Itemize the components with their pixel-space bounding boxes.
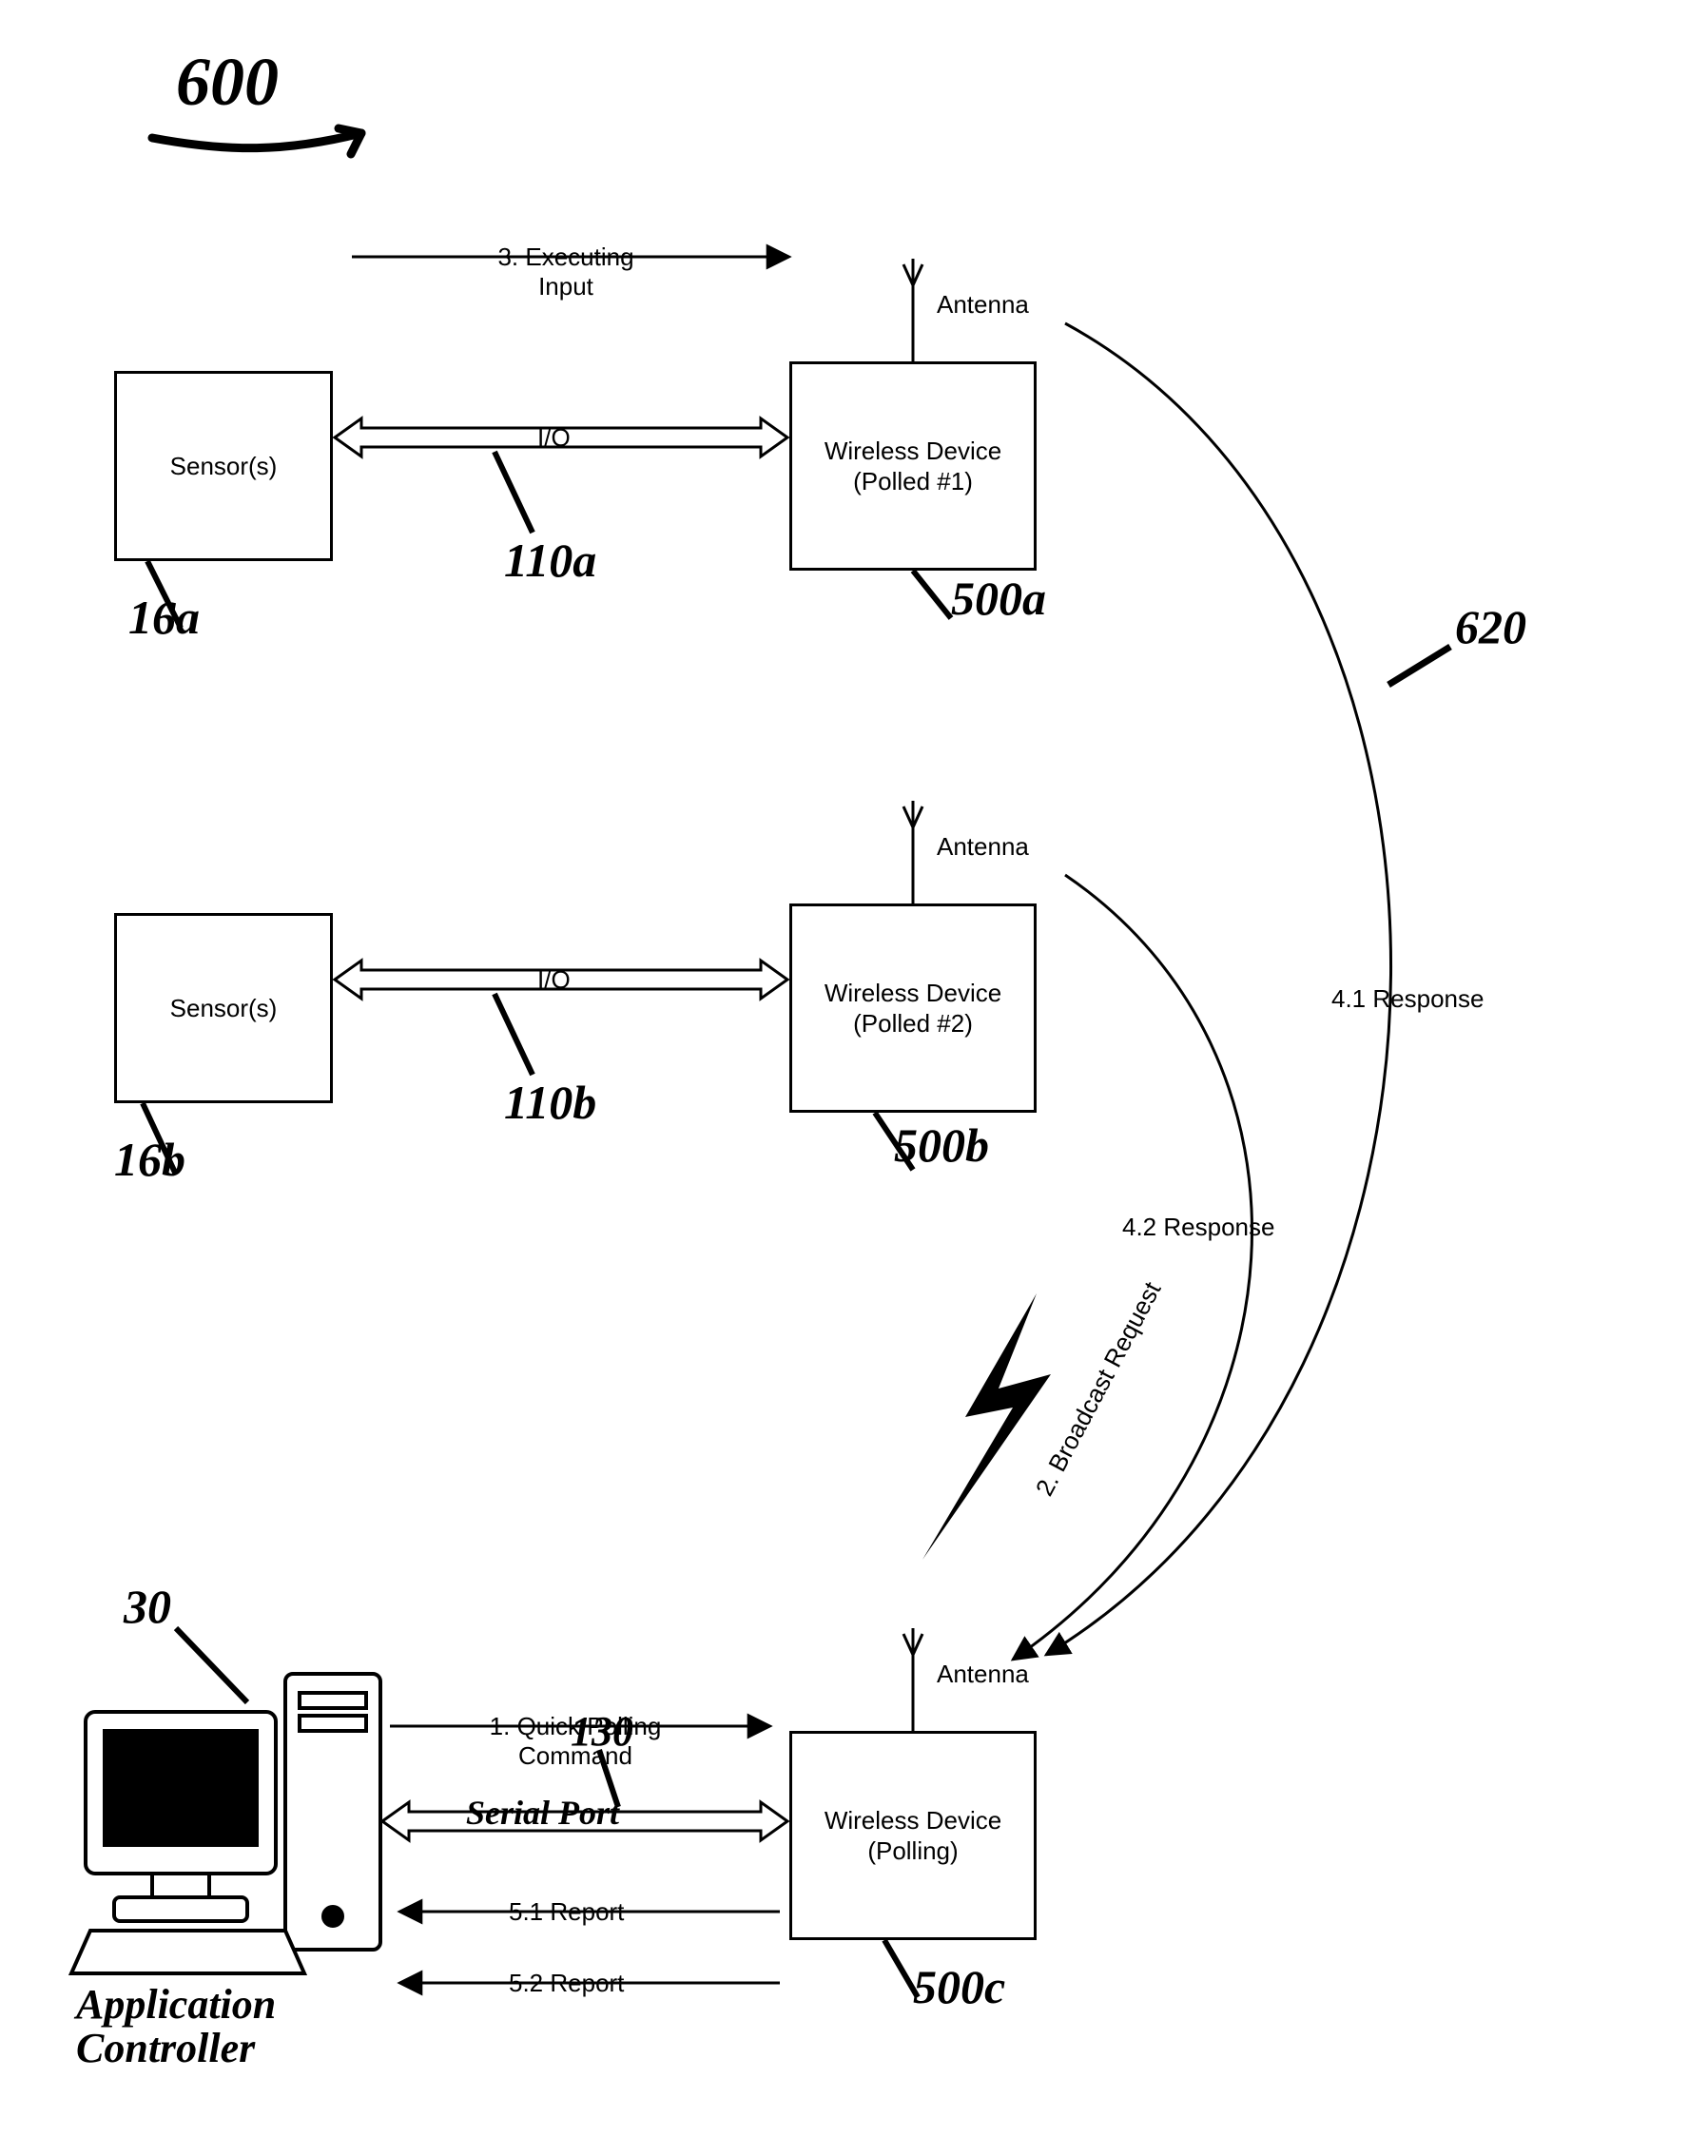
broadcast-bolt-icon xyxy=(922,1293,1051,1560)
s2-ref-tick xyxy=(143,1103,176,1175)
svg-overlay xyxy=(0,0,1708,2156)
io-1-ref: 110a xyxy=(504,533,596,588)
report-2-label: 5.2 Report xyxy=(509,1969,624,1998)
exec-input-label: 3. Executing Input xyxy=(447,243,685,301)
antenna-1-label: Antenna xyxy=(937,290,1029,320)
serial-label: Serial Port xyxy=(466,1793,619,1833)
response-1-label: 4.1 Response xyxy=(1331,984,1484,1014)
dev2-ref-tick xyxy=(875,1113,913,1170)
report-1-label: 5.1 Report xyxy=(509,1897,624,1927)
diagram-canvas: Sensor(s) 16a Wireless Device (Polled #1… xyxy=(0,0,1708,2156)
app-controller-label: Application Controller xyxy=(76,1983,276,2070)
group-ref-tick xyxy=(1388,647,1450,685)
antenna-3-icon xyxy=(903,1628,922,1731)
response-2-label: 4.2 Response xyxy=(1122,1213,1274,1242)
antenna-2-label: Antenna xyxy=(937,832,1029,862)
dev3-ref-tick xyxy=(884,1940,918,1997)
group-ref: 620 xyxy=(1455,599,1526,654)
antenna-3-label: Antenna xyxy=(937,1660,1029,1689)
response-2-arc xyxy=(1013,875,1252,1660)
app-controller-ref: 30 xyxy=(124,1579,171,1634)
antenna-1-icon xyxy=(903,259,922,361)
figure-ref: 600 xyxy=(176,43,279,122)
s1-ref-tick xyxy=(147,561,181,628)
app-controller-icon xyxy=(71,1674,380,1973)
dev1-ref-tick xyxy=(913,571,951,618)
poll-cmd-label: 1. Quick Polling Command xyxy=(437,1712,713,1771)
io1-ref-tick xyxy=(495,452,533,533)
io-2-ref: 110b xyxy=(504,1075,596,1130)
io-2-label: I/O xyxy=(537,965,571,995)
app-ref-tick xyxy=(176,1628,247,1702)
io-1-label: I/O xyxy=(537,423,571,453)
figure-ref-stroke xyxy=(152,128,361,154)
antenna-2-icon xyxy=(903,801,922,903)
io2-ref-tick xyxy=(495,994,533,1075)
